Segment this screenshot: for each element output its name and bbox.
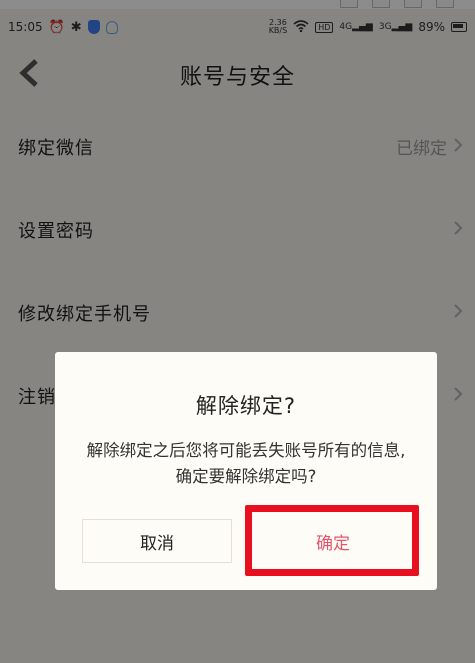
- app-screen: 15:05 ⏰ ✱ 2.36 KB/S HD 4G▂▄▆ 3G▂▄▆ 89% 账…: [0, 0, 475, 663]
- confirm-button[interactable]: 确定: [259, 519, 407, 563]
- dialog-message: 解除绑定之后您将可能丢失账号所有的信息,确定要解除绑定吗?: [86, 441, 406, 486]
- unbind-dialog: 解除绑定? 解除绑定之后您将可能丢失账号所有的信息,确定要解除绑定吗? 取消 确…: [55, 352, 437, 590]
- cancel-button[interactable]: 取消: [82, 519, 232, 563]
- dialog-title: 解除绑定?: [195, 394, 297, 418]
